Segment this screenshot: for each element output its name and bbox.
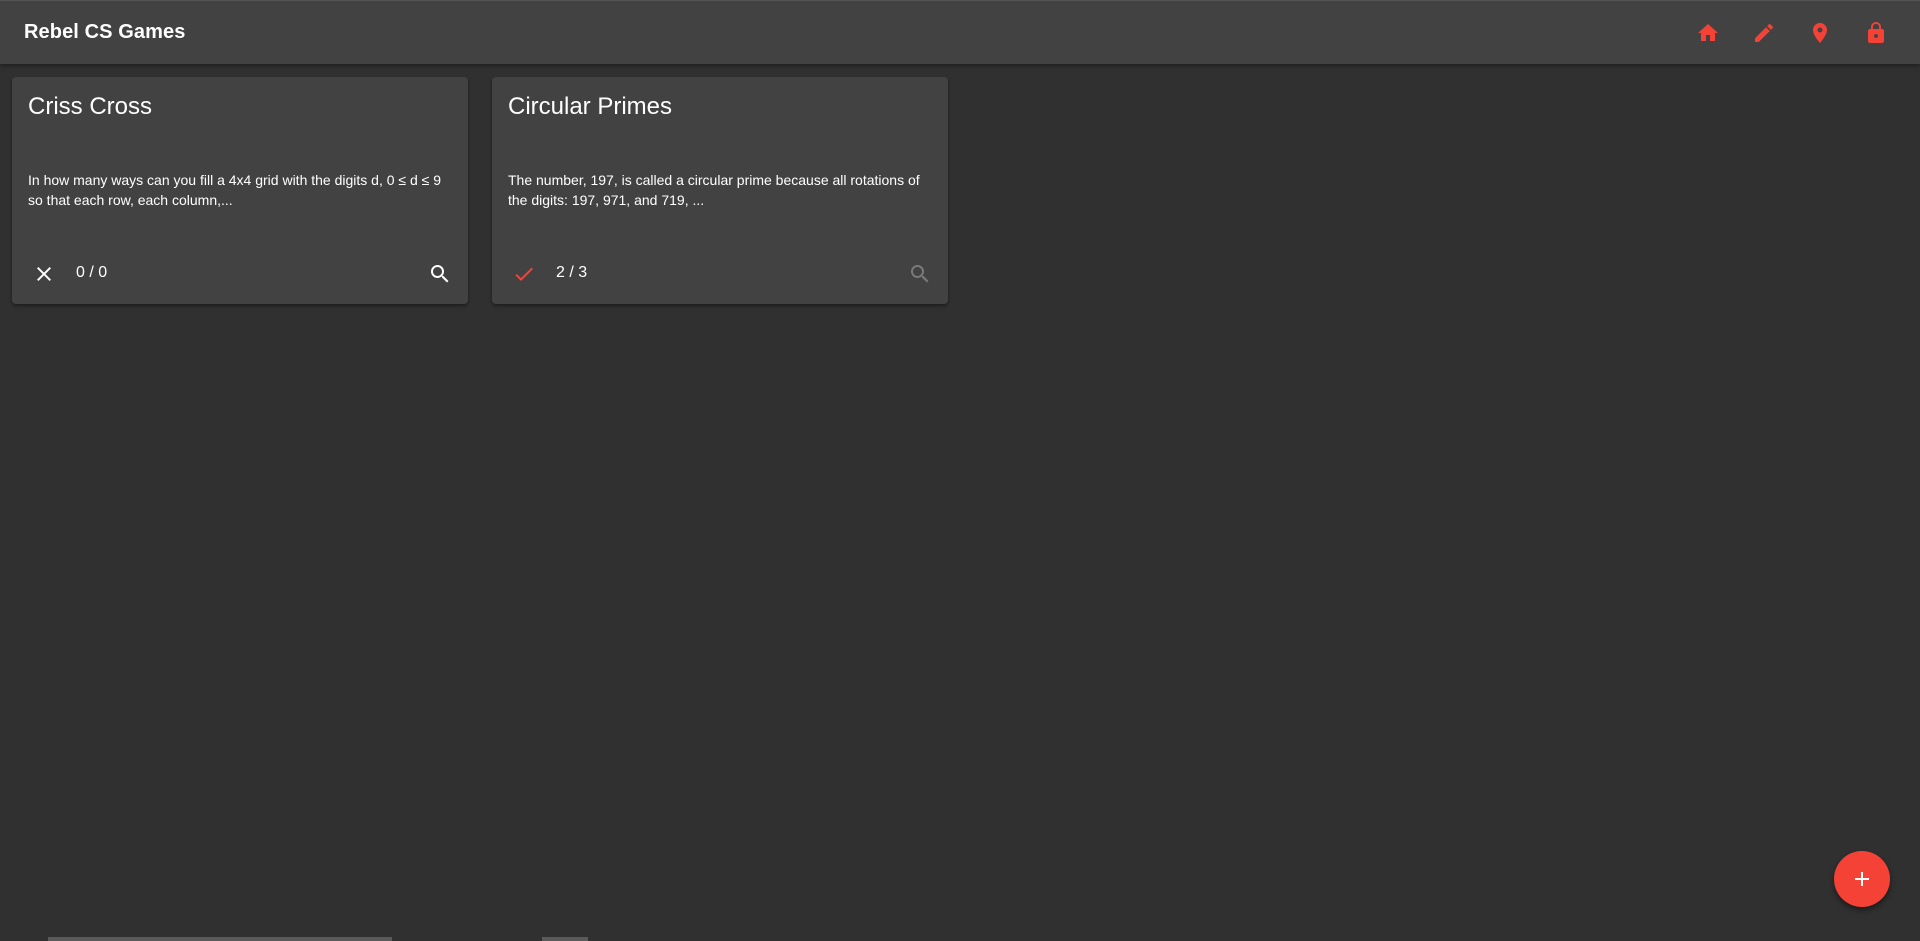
location-pin-icon (1813, 23, 1827, 43)
add-game-button[interactable] (1834, 851, 1890, 907)
game-card-criss-cross[interactable]: Criss Cross In how many ways can you fil… (12, 77, 468, 304)
search-icon (911, 265, 929, 283)
lock-button[interactable] (1856, 13, 1896, 53)
horizontal-scrollbar[interactable] (48, 937, 392, 941)
game-card-list: Criss Cross In how many ways can you fil… (12, 77, 972, 304)
edit-button[interactable] (1744, 13, 1784, 53)
close-icon (32, 262, 56, 286)
card-footer: 0 / 0 (12, 244, 468, 304)
game-card-circular-primes[interactable]: Circular Primes The number, 197, is call… (492, 77, 948, 304)
app-title: Rebel CS Games (24, 21, 186, 43)
toolbar-actions (1672, 13, 1896, 53)
card-footer: 2 / 3 (492, 244, 948, 304)
card-score: 2 / 3 (556, 264, 588, 281)
app-bar: Rebel CS Games (0, 0, 1920, 64)
search-button[interactable] (428, 262, 452, 286)
scrollbar-thumb[interactable] (542, 937, 588, 941)
card-score: 0 / 0 (76, 264, 108, 281)
lock-icon (1868, 22, 1884, 43)
pencil-icon (1755, 23, 1774, 42)
card-description: In how many ways can you fill a 4x4 grid… (28, 172, 442, 208)
card-title: Circular Primes (508, 93, 673, 120)
search-button-disabled[interactable] (908, 262, 932, 286)
card-title: Criss Cross (28, 93, 152, 120)
add-icon (1855, 872, 1869, 886)
home-icon (1698, 24, 1718, 41)
check-icon (512, 262, 536, 286)
search-icon (431, 265, 449, 283)
home-button[interactable] (1688, 13, 1728, 53)
location-button[interactable] (1800, 13, 1840, 53)
card-description: The number, 197, is called a circular pr… (508, 172, 920, 208)
